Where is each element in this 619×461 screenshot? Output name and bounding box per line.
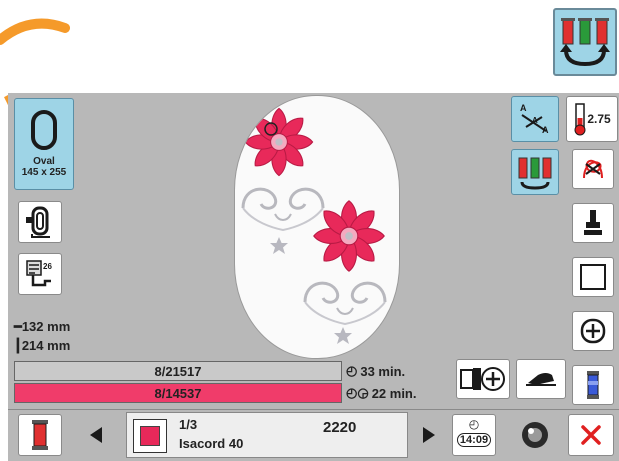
design-height-value: 214 mm xyxy=(21,338,71,353)
hoop-preview[interactable] xyxy=(234,95,400,359)
tension-button[interactable]: 2.75 xyxy=(566,96,618,142)
bobbin-icon xyxy=(526,373,556,386)
color-time: ◴◶ 22 min. xyxy=(346,385,416,401)
height-arrow-icon: ┃ xyxy=(14,338,22,353)
clock-button[interactable]: ◴ 14:09 xyxy=(452,414,496,456)
spool-button[interactable] xyxy=(572,365,614,405)
cancel-button[interactable] xyxy=(568,414,614,456)
frame-outline-button[interactable] xyxy=(572,257,614,297)
design-height: ┃214 mm xyxy=(14,338,70,354)
cancel-icon xyxy=(581,425,601,445)
design-width: ━132 mm xyxy=(14,319,70,335)
move-hoop-icon xyxy=(460,367,505,391)
center-icon xyxy=(580,318,606,344)
thread-sequence-button[interactable] xyxy=(553,8,617,76)
color-index: 1/3 xyxy=(179,417,198,432)
clock-icon: ◴ xyxy=(468,417,480,431)
tension-icon xyxy=(574,103,586,136)
prev-color-button[interactable] xyxy=(74,414,118,456)
color-info-panel[interactable]: 1/3 Isacord 40 2220 xyxy=(126,412,408,458)
clock-small-icon: ◴ xyxy=(346,363,358,378)
bottom-toolbar: 1/3 Isacord 40 2220 ◴ 14:09 xyxy=(8,409,619,461)
color-stitch-count: 8/14537 xyxy=(154,385,202,401)
prev-color-icon xyxy=(90,427,102,443)
tension-value: 2.75 xyxy=(587,112,611,126)
thread-number: 2220 xyxy=(323,419,357,436)
stitch-info-button[interactable]: 26 xyxy=(18,253,62,295)
next-color-button[interactable] xyxy=(410,414,448,456)
thread-spools-icon xyxy=(560,18,610,67)
red-spool-icon xyxy=(32,420,48,450)
svg-text:A: A xyxy=(542,125,549,135)
hoop-select-button[interactable] xyxy=(18,201,62,243)
total-time: ◴ 33 min. xyxy=(346,363,405,379)
embroidery-design xyxy=(241,96,387,344)
ball-icon xyxy=(522,422,548,448)
svg-text:A: A xyxy=(532,116,538,125)
presser-foot-icon xyxy=(584,210,602,235)
stitch-count-icon: 26 xyxy=(26,260,52,287)
multi-thread-button[interactable]: A A A xyxy=(511,96,559,142)
thread-name: Isacord 40 xyxy=(179,436,244,451)
thread-color-button[interactable] xyxy=(18,414,62,456)
machine-screen: Oval 145 x 255 26 ━132 mm ┃214 mm 8/2151… xyxy=(8,93,619,461)
hoop-select-icon xyxy=(26,206,50,238)
hoop-button[interactable]: Oval 145 x 255 xyxy=(14,98,74,190)
color-stitch-progress: 8/14537 xyxy=(14,383,342,403)
width-arrow-icon: ━ xyxy=(14,319,22,334)
svg-text:A: A xyxy=(520,103,527,113)
bobbin-button[interactable] xyxy=(516,359,566,399)
presser-foot-button[interactable] xyxy=(572,203,614,243)
design-width-value: 132 mm xyxy=(21,319,71,334)
trim-button[interactable] xyxy=(572,149,614,189)
svg-text:26: 26 xyxy=(43,262,52,271)
total-time-value: 33 min. xyxy=(360,363,406,379)
total-stitch-progress: 8/21517 xyxy=(14,361,342,381)
total-stitch-count: 8/21517 xyxy=(154,363,202,379)
trim-icon xyxy=(583,159,603,179)
thread-palette-button[interactable] xyxy=(511,149,559,195)
hoop-size-label: 145 x 255 xyxy=(21,167,67,178)
oval-hoop-icon xyxy=(31,110,57,150)
move-hoop-button[interactable] xyxy=(456,359,510,399)
frame-outline-icon xyxy=(580,264,606,290)
thread-palette-icon xyxy=(518,157,552,190)
color-clock-icon: ◴◶ xyxy=(346,385,369,400)
ball-button[interactable] xyxy=(513,414,557,456)
spool-icon xyxy=(587,371,599,399)
center-button[interactable] xyxy=(572,311,614,351)
color-time-value: 22 min. xyxy=(371,385,417,401)
next-color-icon xyxy=(423,427,435,443)
color-swatch xyxy=(133,419,167,453)
multi-thread-icon: A A A xyxy=(520,103,549,135)
clock-time: 14:09 xyxy=(456,433,492,447)
hoop-shape-label: Oval xyxy=(33,156,55,167)
